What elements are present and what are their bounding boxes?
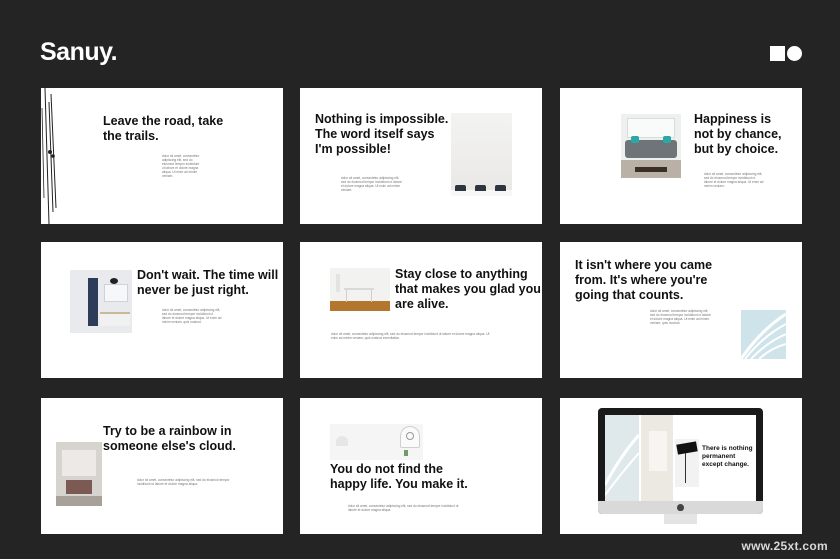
sign-photo bbox=[675, 439, 699, 487]
slide-4[interactable]: Don't wait. The time will never be just … bbox=[41, 242, 283, 378]
slide-3[interactable]: Happiness is not by chance, but by choic… bbox=[560, 88, 802, 224]
table-photo bbox=[330, 268, 390, 311]
sofa-room-photo bbox=[621, 114, 681, 178]
brand-logo: Sanuy. bbox=[40, 38, 118, 66]
slide-8[interactable]: You do not find the happy life. You make… bbox=[300, 398, 542, 534]
slide-1[interactable]: Leave the road, take the trails. dolor s… bbox=[41, 88, 283, 224]
slide-body-text: dolor sit amet, consectetur adipiscing e… bbox=[704, 172, 764, 188]
slide-body-text: dolor sit amet, consectetur adipiscing e… bbox=[162, 308, 222, 324]
slide-heading: Stay close to anything that makes you gl… bbox=[395, 267, 541, 311]
slide-5[interactable]: Stay close to anything that makes you gl… bbox=[300, 242, 542, 378]
slide-6[interactable]: It isn't where you came from. It's where… bbox=[560, 242, 802, 378]
monitor-screen: There is nothing permanent except change… bbox=[605, 415, 756, 501]
slide-7[interactable]: Try to be a rainbow in someone else's cl… bbox=[41, 398, 283, 534]
watermark: www.25xt.com bbox=[741, 539, 828, 553]
slide-body-text: dolor sit amet, consectetur adipiscing e… bbox=[650, 309, 711, 325]
slide-body-text: dolor sit amet, consectetur adipiscing e… bbox=[341, 176, 402, 192]
slide-body-text: dolor sit amet, consectetur adipiscing e… bbox=[348, 504, 459, 512]
interior-photo bbox=[56, 442, 102, 506]
architecture-photo bbox=[741, 310, 786, 359]
slide-heading: It isn't where you came from. It's where… bbox=[575, 258, 713, 302]
brand-mark-icon bbox=[770, 46, 802, 62]
slide-heading: You do not find the happy life. You make… bbox=[330, 462, 468, 491]
bedroom-photo bbox=[70, 270, 132, 333]
slide-body-text: dolor sit amet, consectetur adipiscing e… bbox=[331, 332, 490, 340]
slide-body-text: dolor sit amet, consectetur adipiscing e… bbox=[162, 154, 200, 178]
slide-body-text: dolor sit amet, consectetur adipiscing e… bbox=[137, 478, 230, 486]
slide-heading: Happiness is not by chance, but by choic… bbox=[694, 112, 782, 156]
chairs-photo bbox=[451, 113, 512, 196]
slide-heading: Don't wait. The time will never be just … bbox=[137, 268, 279, 297]
monitor-mockup: There is nothing permanent except change… bbox=[598, 408, 763, 528]
slide-9[interactable]: There is nothing permanent except change… bbox=[560, 398, 802, 534]
slide-heading: Try to be a rainbow in someone else's cl… bbox=[103, 424, 236, 453]
trees-illustration bbox=[41, 88, 57, 224]
lamp-clock-photo bbox=[330, 424, 423, 460]
slide-heading: Leave the road, take the trails. bbox=[103, 114, 224, 143]
slide-heading: Nothing is impossible. The word itself s… bbox=[315, 112, 449, 156]
slide-2[interactable]: Nothing is impossible. The word itself s… bbox=[300, 88, 542, 224]
mockup-heading: There is nothing permanent except change… bbox=[702, 445, 753, 468]
